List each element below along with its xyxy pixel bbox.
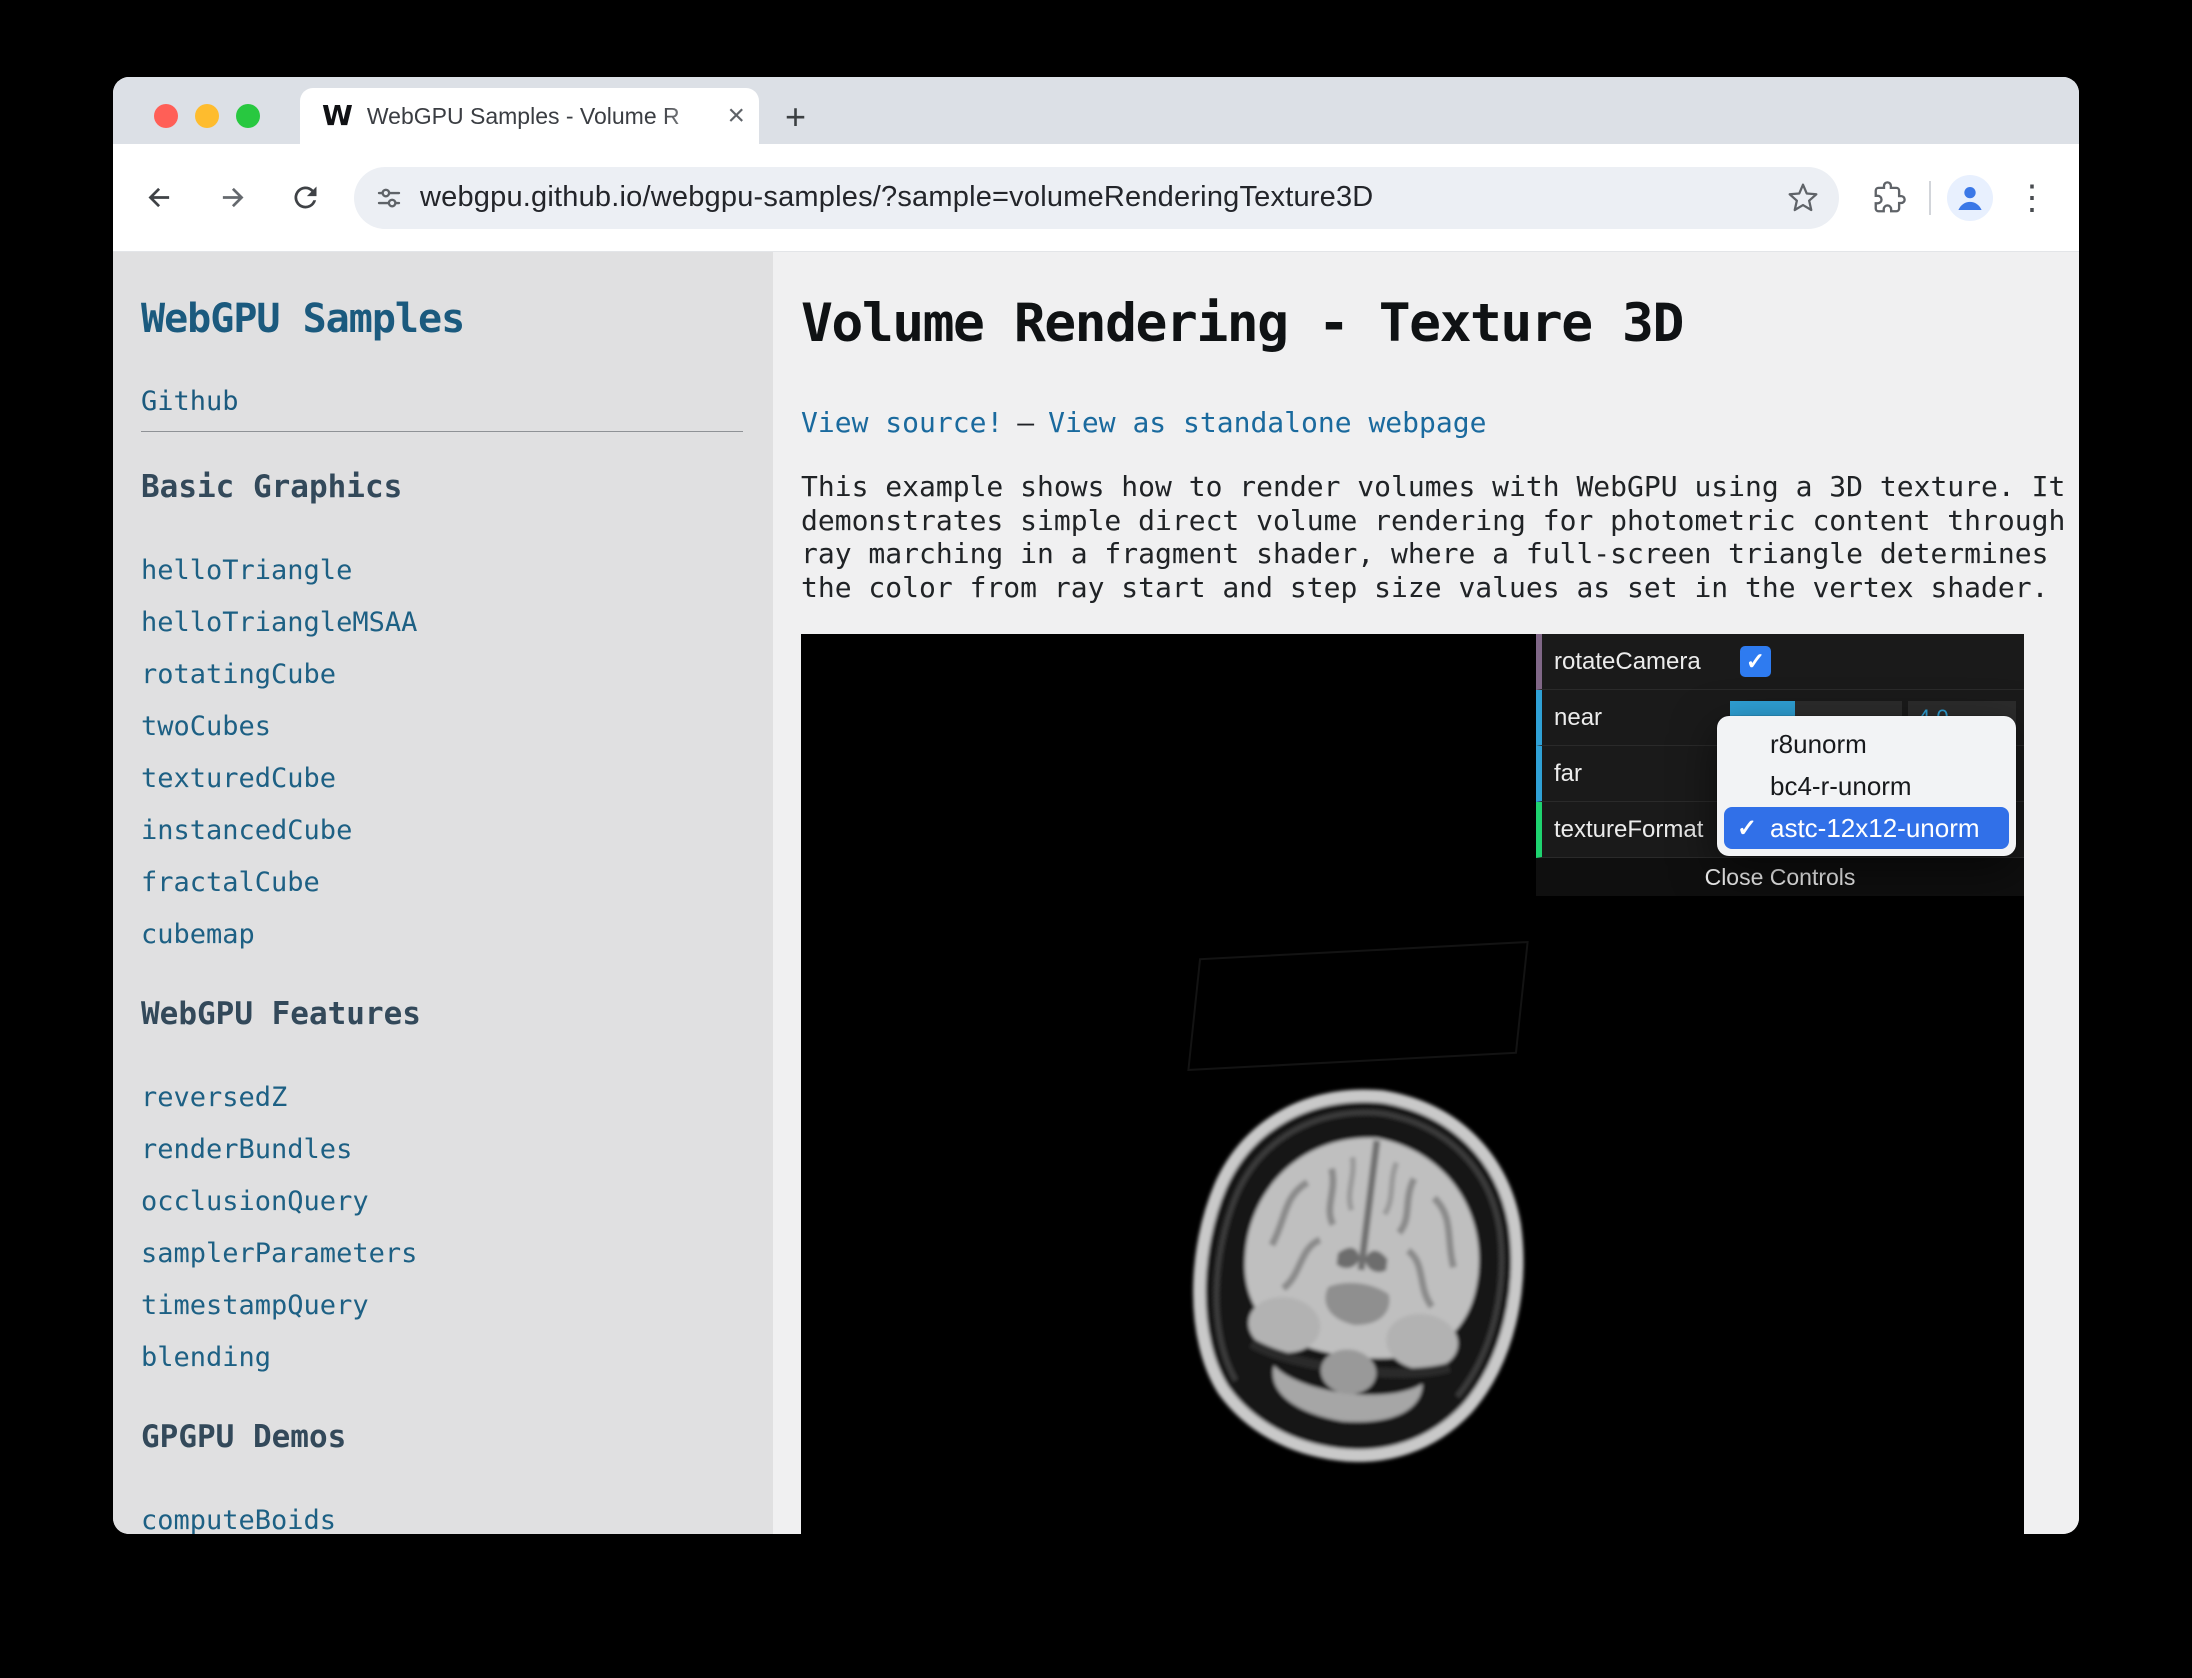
sidebar-link[interactable]: twoCubes: [141, 710, 743, 744]
section-heading-webgpu-features: WebGPU Features: [141, 995, 743, 1034]
sidebar-link[interactable]: instancedCube: [141, 814, 743, 848]
new-tab-button[interactable]: +: [779, 98, 812, 136]
sidebar-link[interactable]: renderBundles: [141, 1133, 743, 1167]
standalone-link[interactable]: View as standalone webpage: [1048, 406, 1486, 439]
sidebar-link[interactable]: occlusionQuery: [141, 1185, 743, 1219]
sidebar-link[interactable]: helloTriangle: [141, 554, 743, 588]
sidebar: WebGPU Samples Github Basic Graphics hel…: [113, 252, 773, 1534]
view-source-link[interactable]: View source!: [801, 406, 1003, 439]
check-icon: ✓: [1737, 814, 1757, 843]
faint-cube-edge: [1187, 941, 1528, 1071]
close-window-button[interactable]: [154, 104, 178, 128]
reload-icon: [289, 181, 322, 214]
site-settings-icon[interactable]: [374, 183, 404, 213]
sidebar-link[interactable]: texturedCube: [141, 762, 743, 796]
sidebar-link[interactable]: reversedZ: [141, 1081, 743, 1115]
dropdown-option-selected[interactable]: ✓ astc-12x12-unorm: [1724, 807, 2009, 849]
browser-tab[interactable]: W WebGPU Samples - Volume R ×: [300, 88, 759, 144]
close-controls-button[interactable]: Close Controls: [1536, 858, 2024, 896]
sidebar-link[interactable]: samplerParameters: [141, 1237, 743, 1271]
webgpu-canvas[interactable]: rotateCamera ✓ near 4.0 far: [801, 634, 2024, 1534]
sidebar-link[interactable]: computeBoids: [141, 1504, 743, 1534]
sidebar-link[interactable]: cubemap: [141, 918, 743, 952]
person-icon: [1953, 181, 1987, 215]
source-links: View source! — View as standalone webpage: [801, 406, 2079, 439]
texture-format-menu: r8unorm bc4-r-unorm ✓ astc-12x12-unorm: [1717, 716, 2016, 856]
page-content: WebGPU Samples Github Basic Graphics hel…: [113, 252, 2079, 1534]
tab-title: WebGPU Samples - Volume R: [367, 103, 726, 130]
reload-button[interactable]: [281, 174, 329, 222]
sidebar-link[interactable]: helloTriangleMSAA: [141, 606, 743, 640]
browser-window: W WebGPU Samples - Volume R × + webgpu.g…: [113, 77, 2079, 1534]
puzzle-icon: [1873, 181, 1906, 214]
site-title: WebGPU Samples: [141, 296, 743, 342]
url-text[interactable]: webgpu.github.io/webgpu-samples/?sample=…: [420, 181, 1777, 214]
forward-button[interactable]: [208, 174, 256, 222]
volume-render-brain: [1153, 1062, 1569, 1478]
gui-row-label: rotateCamera: [1542, 648, 1728, 676]
section-heading-basic-graphics: Basic Graphics: [141, 468, 743, 507]
main-content: Volume Rendering - Texture 3D View sourc…: [773, 252, 2079, 1534]
github-link[interactable]: Github: [141, 386, 239, 417]
rotate-camera-checkbox[interactable]: ✓: [1740, 646, 1771, 677]
profile-avatar[interactable]: [1947, 175, 1993, 221]
toolbar-divider: [1929, 181, 1931, 215]
minimize-window-button[interactable]: [195, 104, 219, 128]
dropdown-option[interactable]: bc4-r-unorm: [1724, 765, 2009, 807]
forward-arrow-icon: [216, 181, 249, 214]
page-title: Volume Rendering - Texture 3D: [801, 292, 2079, 356]
sidebar-link[interactable]: blending: [141, 1341, 743, 1375]
sidebar-link[interactable]: rotatingCube: [141, 658, 743, 692]
sidebar-divider: [141, 431, 743, 432]
zoom-window-button[interactable]: [236, 104, 260, 128]
section-heading-gpgpu-demos: GPGPU Demos: [141, 1418, 743, 1457]
link-separator: —: [1017, 406, 1034, 439]
dropdown-option[interactable]: r8unorm: [1724, 723, 2009, 765]
sidebar-link[interactable]: fractalCube: [141, 866, 743, 900]
bookmark-star-icon[interactable]: [1787, 182, 1819, 214]
extensions-button[interactable]: [1865, 174, 1913, 222]
close-tab-icon[interactable]: ×: [725, 101, 747, 131]
browser-toolbar: webgpu.github.io/webgpu-samples/?sample=…: [113, 144, 2079, 252]
back-arrow-icon: [143, 181, 176, 214]
webgpu-logo-icon: W: [322, 102, 353, 130]
gui-row-rotate-camera: rotateCamera ✓: [1536, 634, 2024, 690]
gui-row-label: far: [1542, 760, 1728, 788]
back-button[interactable]: [135, 174, 183, 222]
dropdown-option-label: astc-12x12-unorm: [1770, 813, 1980, 844]
traffic-lights: [154, 104, 260, 128]
sidebar-link[interactable]: timestampQuery: [141, 1289, 743, 1323]
gui-row-label: textureFormat: [1542, 816, 1728, 844]
gui-row-label: near: [1542, 704, 1728, 732]
menu-icon[interactable]: ⋮: [2007, 181, 2057, 215]
url-bar[interactable]: webgpu.github.io/webgpu-samples/?sample=…: [354, 167, 1839, 229]
sample-description: This example shows how to render volumes…: [801, 470, 2079, 604]
tab-strip: W WebGPU Samples - Volume R × +: [113, 77, 2079, 144]
